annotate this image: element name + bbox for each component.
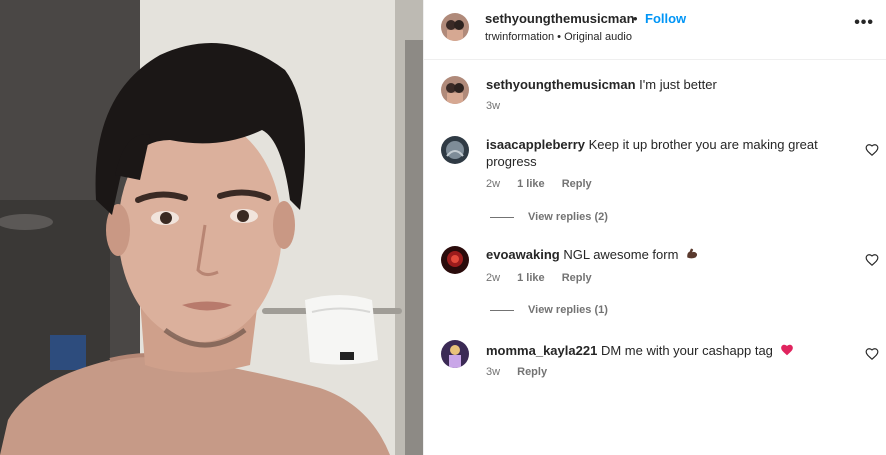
caption-avatar[interactable] <box>441 76 469 104</box>
comment-body: DM me with your cashapp tag <box>600 343 773 358</box>
avatar-image <box>441 76 469 104</box>
comment-username[interactable]: isaacappleberry <box>486 137 585 152</box>
audio-attribution: trwinformation • Original audio <box>485 31 632 43</box>
follow-button[interactable]: Follow <box>645 11 686 26</box>
audio-owner-link[interactable]: trwinformation <box>485 31 554 43</box>
post-header: sethyoungthemusicman • Follow trwinforma… <box>424 0 886 60</box>
comment-text: isaacappleberry Keep it up brother you a… <box>486 136 831 170</box>
post-viewer: sethyoungthemusicman • Follow trwinforma… <box>0 0 886 455</box>
original-audio-link[interactable]: Original audio <box>564 31 632 43</box>
caption-timestamp[interactable]: 3w <box>486 100 500 112</box>
reply-button[interactable]: Reply <box>562 178 592 190</box>
author-username[interactable]: sethyoungthemusicman <box>485 11 635 26</box>
comment-body: NGL awesome form <box>563 247 679 262</box>
reply-button[interactable]: Reply <box>517 366 547 378</box>
avatar-image <box>441 340 469 368</box>
view-replies-label: View replies (2) <box>528 211 608 223</box>
comment-avatar[interactable] <box>441 246 469 274</box>
flexed-biceps-icon <box>687 248 698 259</box>
comment-timestamp[interactable]: 2w <box>486 272 500 284</box>
comment-text: momma_kayla221 DM me with your cashapp t… <box>486 342 831 359</box>
post-video[interactable] <box>0 0 423 455</box>
like-heart-icon[interactable] <box>865 347 879 361</box>
comment-avatar[interactable] <box>441 340 469 368</box>
comment-likes[interactable]: 1 like <box>517 178 545 190</box>
post-photo <box>0 0 423 455</box>
caption-username[interactable]: sethyoungthemusicman <box>486 77 636 92</box>
view-replies-button[interactable]: View replies (1) <box>490 304 608 316</box>
author-avatar[interactable] <box>441 13 469 41</box>
like-heart-icon[interactable] <box>865 143 879 157</box>
view-replies-label: View replies (1) <box>528 304 608 316</box>
comment-username[interactable]: evoawaking <box>486 247 560 262</box>
avatar-image <box>441 136 469 164</box>
comment-text: evoawaking NGL awesome form <box>486 246 831 263</box>
audio-separator: • <box>557 31 561 43</box>
comment-meta: 3w Reply <box>486 366 561 378</box>
post-details-panel: sethyoungthemusicman • Follow trwinforma… <box>423 0 886 455</box>
red-heart-icon <box>780 344 793 356</box>
comment-likes[interactable]: 1 like <box>517 272 545 284</box>
reply-button[interactable]: Reply <box>562 272 592 284</box>
comment-meta: 2w 1 like Reply <box>486 178 606 190</box>
comment-username[interactable]: momma_kayla221 <box>486 343 597 358</box>
caption-text: sethyoungthemusicman I'm just better <box>486 76 831 93</box>
header-separator: • <box>633 11 638 26</box>
caption-meta: 3w <box>486 100 514 112</box>
comment-meta: 2w 1 like Reply <box>486 272 606 284</box>
view-replies-button[interactable]: View replies (2) <box>490 211 608 223</box>
more-options-icon[interactable]: ••• <box>854 14 874 32</box>
comment-timestamp[interactable]: 2w <box>486 178 500 190</box>
replies-divider <box>490 309 514 311</box>
comment-avatar[interactable] <box>441 136 469 164</box>
comment-timestamp[interactable]: 3w <box>486 366 500 378</box>
caption-body: I'm just better <box>639 77 717 92</box>
avatar-image <box>441 246 469 274</box>
like-heart-icon[interactable] <box>865 253 879 267</box>
avatar-image <box>441 13 469 41</box>
replies-divider <box>490 216 514 218</box>
